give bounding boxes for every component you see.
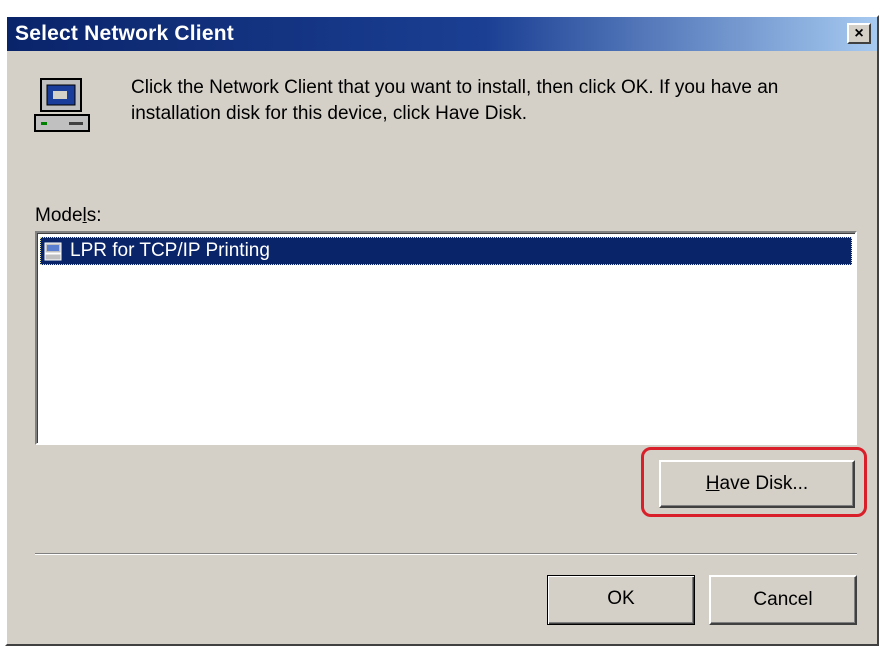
printer-icon [44, 242, 62, 261]
highlight-annotation [641, 447, 867, 517]
list-item-label: LPR for TCP/IP Printing [70, 240, 270, 261]
select-network-client-dialog: Select Network Client × Click the Networ… [5, 15, 879, 646]
window-title: Select Network Client [15, 22, 234, 45]
instructions-text: Click the Network Client that you want t… [131, 77, 779, 124]
title-bar[interactable]: Select Network Client × [7, 17, 877, 51]
close-icon: × [854, 25, 864, 42]
close-button[interactable]: × [847, 23, 871, 44]
ok-button[interactable]: OK [547, 575, 695, 625]
network-client-icon [34, 78, 90, 132]
list-item[interactable]: LPR for TCP/IP Printing [40, 237, 852, 265]
separator [35, 553, 857, 555]
cancel-button[interactable]: Cancel [709, 575, 857, 625]
models-list[interactable]: LPR for TCP/IP Printing [35, 231, 857, 445]
models-label: Models: [35, 205, 102, 226]
